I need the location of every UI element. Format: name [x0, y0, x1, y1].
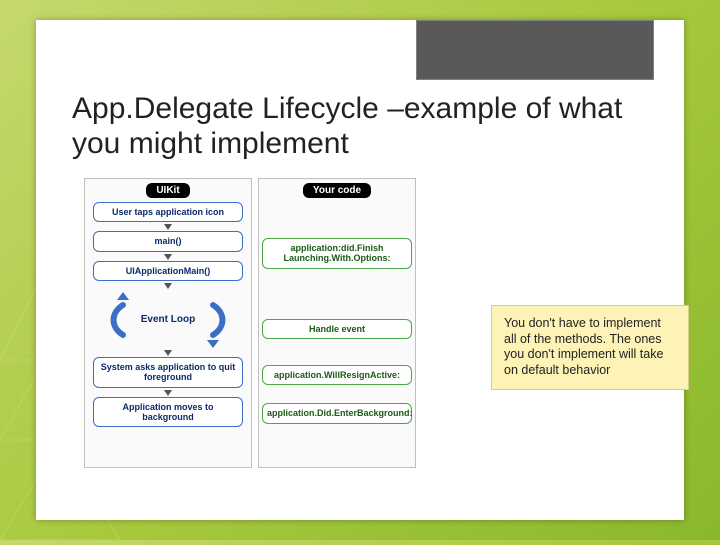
decorative-block	[416, 20, 654, 80]
step-box: application.Did.EnterBackground:	[262, 403, 412, 423]
yourcode-column-title: Your code	[303, 183, 371, 198]
uikit-column-title: UIKit	[146, 183, 189, 198]
step-box: application:did.Finish Launching.With.Op…	[262, 238, 412, 269]
step-box: Application moves to background	[93, 397, 243, 428]
slide-body: App.Delegate Lifecycle –example of what …	[36, 20, 684, 520]
slide-title: App.Delegate Lifecycle –example of what …	[72, 92, 652, 161]
arrow-down-icon	[164, 283, 172, 289]
step-box: User taps application icon	[93, 202, 243, 222]
lifecycle-diagram: UIKit User taps application icon main() …	[84, 178, 424, 468]
arrow-down-icon	[164, 224, 172, 230]
step-box: main()	[93, 231, 243, 251]
yourcode-column: Your code application:did.Finish Launchi…	[258, 178, 416, 468]
step-box: UIApplicationMain()	[93, 261, 243, 281]
event-loop: Event Loop	[93, 290, 243, 348]
arrow-down-icon	[164, 254, 172, 260]
step-box: Handle event	[262, 319, 412, 339]
uikit-column: UIKit User taps application icon main() …	[84, 178, 252, 468]
arrow-down-icon	[164, 350, 172, 356]
arrow-down-icon	[164, 390, 172, 396]
step-box: application.WillResignActive:	[262, 365, 412, 385]
callout-note: You don't have to implement all of the m…	[491, 305, 689, 390]
step-box: System asks application to quit foregrou…	[93, 357, 243, 388]
